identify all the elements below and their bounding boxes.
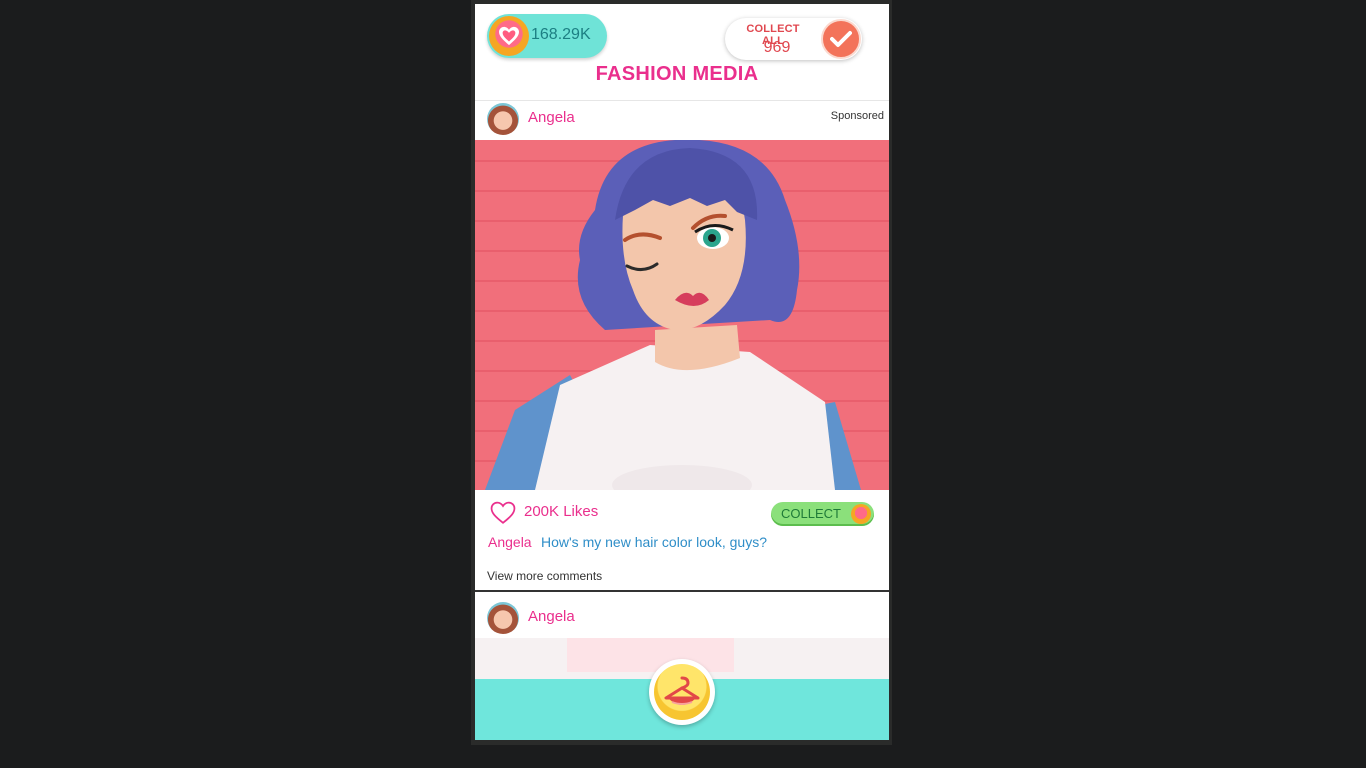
hearts-value: 168.29K (531, 26, 591, 43)
header-divider (475, 100, 889, 101)
checkmark-icon (821, 19, 861, 59)
character-illustration (485, 140, 861, 490)
collect-all-count: 969 (763, 39, 791, 56)
heart-coin-icon (851, 504, 871, 524)
comment-text: How's my new hair color look, guys? (541, 534, 767, 550)
game-screen: 168.29K COLLECT ALL 969 FASHION MEDIA An… (475, 4, 889, 740)
avatar[interactable] (487, 602, 519, 634)
next-post-image-block (567, 638, 734, 672)
wardrobe-button[interactable] (649, 659, 715, 725)
post-image[interactable] (475, 140, 889, 490)
post-author[interactable]: Angela (528, 109, 575, 126)
heart-coin-icon (489, 16, 529, 56)
next-post-author[interactable]: Angela (528, 608, 575, 625)
likes-count: 200K Likes (524, 503, 599, 520)
hearts-counter[interactable]: 168.29K (487, 14, 607, 58)
collect-button[interactable]: COLLECT (771, 502, 874, 526)
comment-author[interactable]: Angela (488, 534, 532, 550)
sponsored-label: Sponsored (830, 110, 884, 122)
heart-outline-icon[interactable] (489, 501, 517, 530)
collect-all-button[interactable]: COLLECT ALL 969 (725, 18, 862, 60)
collect-button-label: COLLECT (781, 506, 841, 521)
page-title: FASHION MEDIA (595, 63, 759, 85)
view-more-comments-link[interactable]: View more comments (487, 569, 602, 583)
wardrobe-hanger-icon (654, 664, 710, 720)
avatar[interactable] (487, 103, 519, 135)
post-separator (475, 590, 889, 592)
